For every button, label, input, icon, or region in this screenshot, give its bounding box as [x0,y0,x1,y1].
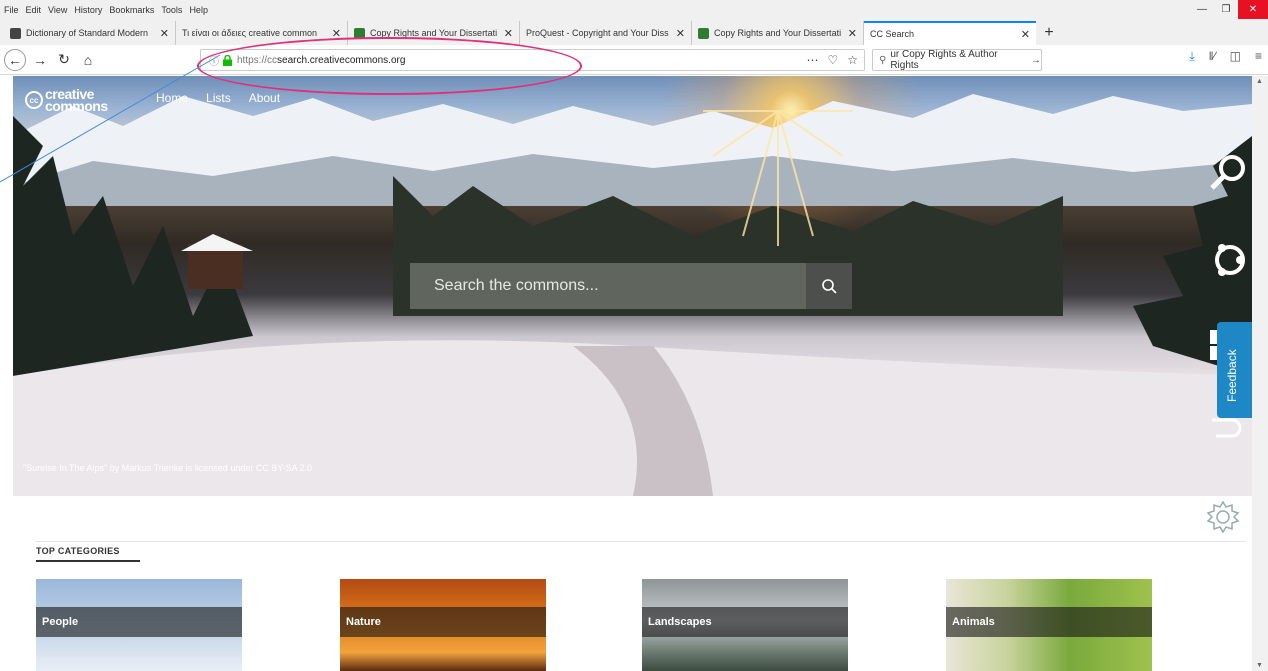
info-icon[interactable]: ⓘ [209,53,219,68]
clip-icon[interactable] [1212,418,1242,438]
search-icon [822,279,837,294]
vertical-scrollbar[interactable]: ▲ ▼ [1252,76,1268,671]
creative-commons-logo[interactable]: cc creative commons [25,87,108,114]
back-arrow-icon[interactable]: ← [4,48,26,71]
tab-copy-rights-1[interactable]: Copy Rights and Your Dissertati ✕ [348,21,520,45]
search-input[interactable] [410,263,806,309]
go-arrow-icon[interactable]: → [1031,55,1041,66]
category-card-landscapes[interactable]: Landscapes [642,579,848,671]
category-card-nature[interactable]: Nature [340,579,546,671]
cc-logo-icon: cc [25,91,43,109]
logo-word-commons: commons [45,98,108,114]
reload-icon[interactable]: ↻ [52,48,76,72]
hero-banner: cc creative commons Home Lists About "Su… [13,76,1252,496]
menu-tools[interactable]: Tools [161,5,182,15]
pocket-icon[interactable]: ♡ [827,53,838,67]
url-protocol: https://cc [237,54,278,66]
heading-underline [36,560,140,562]
category-label: Animals [946,607,1152,637]
tab-proquest[interactable]: ProQuest - Copyright and Your Diss ✕ [520,21,692,45]
home-icon[interactable]: ⌂ [76,48,100,72]
feedback-label: Feedback [1225,349,1239,402]
library-icon[interactable]: ‖∕ [1209,49,1216,64]
menu-edit[interactable]: Edit [26,5,42,15]
address-bar[interactable]: ⓘ https://cc search.creativecommons.org ⋯… [200,49,865,71]
hero-nav: Home Lists About [156,91,280,105]
download-icon[interactable]: ⤓ [1189,49,1194,64]
search-zoom-icon[interactable] [1210,155,1245,190]
tab-cc-search[interactable]: CC Search ✕ [864,21,1036,45]
close-tab-icon[interactable]: ✕ [332,27,341,40]
lock-icon [223,54,232,66]
hamburger-menu-icon[interactable]: ≡ [1255,49,1262,64]
scroll-up-icon[interactable]: ▲ [1256,78,1263,85]
sidebar-icon[interactable]: ◫ [1230,49,1241,64]
navigation-toolbar: ← → ↻ ⌂ ⓘ https://cc search.creativecommo… [0,45,1268,75]
tab-label: Τι είναι οι άδειες creative common [182,28,317,38]
tab-label: Copy Rights and Your Dissertati [714,28,842,38]
search-button[interactable] [806,263,852,309]
close-tab-icon[interactable]: ✕ [160,27,169,40]
scroll-down-icon[interactable]: ▼ [1256,662,1263,669]
top-categories-heading: TOP CATEGORIES [36,546,120,556]
maximize-button[interactable]: ❐ [1214,0,1238,19]
tab-strip: Dictionary of Standard Modern ✕ Τι είναι … [0,19,1268,45]
menu-view[interactable]: View [48,5,67,15]
search-bar-text: ur Copy Rights & Author Rights [890,49,998,71]
menu-help[interactable]: Help [189,5,208,15]
section-divider [36,541,1246,542]
tab-copy-rights-2[interactable]: Copy Rights and Your Dissertati ✕ [692,21,864,45]
tab-label: Dictionary of Standard Modern [26,28,149,38]
close-tab-icon[interactable]: ✕ [848,27,857,40]
tab-label: CC Search [870,29,915,39]
bookmark-star-icon[interactable]: ☆ [847,53,858,67]
category-card-people[interactable]: People [36,579,242,671]
menu-bookmarks[interactable]: Bookmarks [109,5,154,15]
search-icon: ⚲ [879,54,887,66]
gear-icon[interactable] [1205,499,1241,535]
menu-file[interactable]: File [4,5,19,15]
close-window-button[interactable]: ✕ [1238,0,1268,19]
tab-creative-commons-greek[interactable]: Τι είναι οι άδειες creative common ✕ [176,21,348,45]
category-label: Landscapes [642,607,848,637]
forward-arrow-icon[interactable]: → [28,48,52,72]
nav-about[interactable]: About [249,91,280,105]
d-favicon-icon [354,27,365,39]
close-tab-icon[interactable]: ✕ [504,27,513,40]
d-favicon-icon [698,27,709,39]
category-label: People [36,607,242,637]
search-bar[interactable]: ⚲ ur Copy Rights & Author Rights → [872,49,1042,71]
menu-history[interactable]: History [74,5,102,15]
photo-credit: "Sunrise In The Alps" by Markus Trienke … [23,463,313,473]
tab-dictionary[interactable]: Dictionary of Standard Modern ✕ [4,21,176,45]
tab-label: Copy Rights and Your Dissertati [370,28,498,38]
window-controls: — ❐ ✕ [1190,0,1268,19]
nav-home[interactable]: Home [156,91,188,105]
hero-search-box [410,263,852,309]
tab-label: ProQuest - Copyright and Your Diss [526,28,669,38]
close-tab-icon[interactable]: ✕ [676,27,685,40]
url-host: search.creativecommons.org [277,54,406,66]
new-tab-button[interactable]: + [1036,21,1062,45]
category-label: Nature [340,607,546,637]
nav-lists[interactable]: Lists [206,91,231,105]
menu-bar: File Edit View History Bookmarks Tools H… [0,0,1268,19]
close-tab-icon[interactable]: ✕ [1021,28,1030,41]
category-card-animals[interactable]: Animals [946,579,1152,671]
dictionary-favicon-icon [10,27,21,39]
minimize-button[interactable]: — [1190,0,1214,19]
page-actions-icon[interactable]: ⋯ [806,53,818,67]
share-icon[interactable] [1215,244,1245,276]
feedback-tab[interactable]: Feedback [1217,322,1252,418]
